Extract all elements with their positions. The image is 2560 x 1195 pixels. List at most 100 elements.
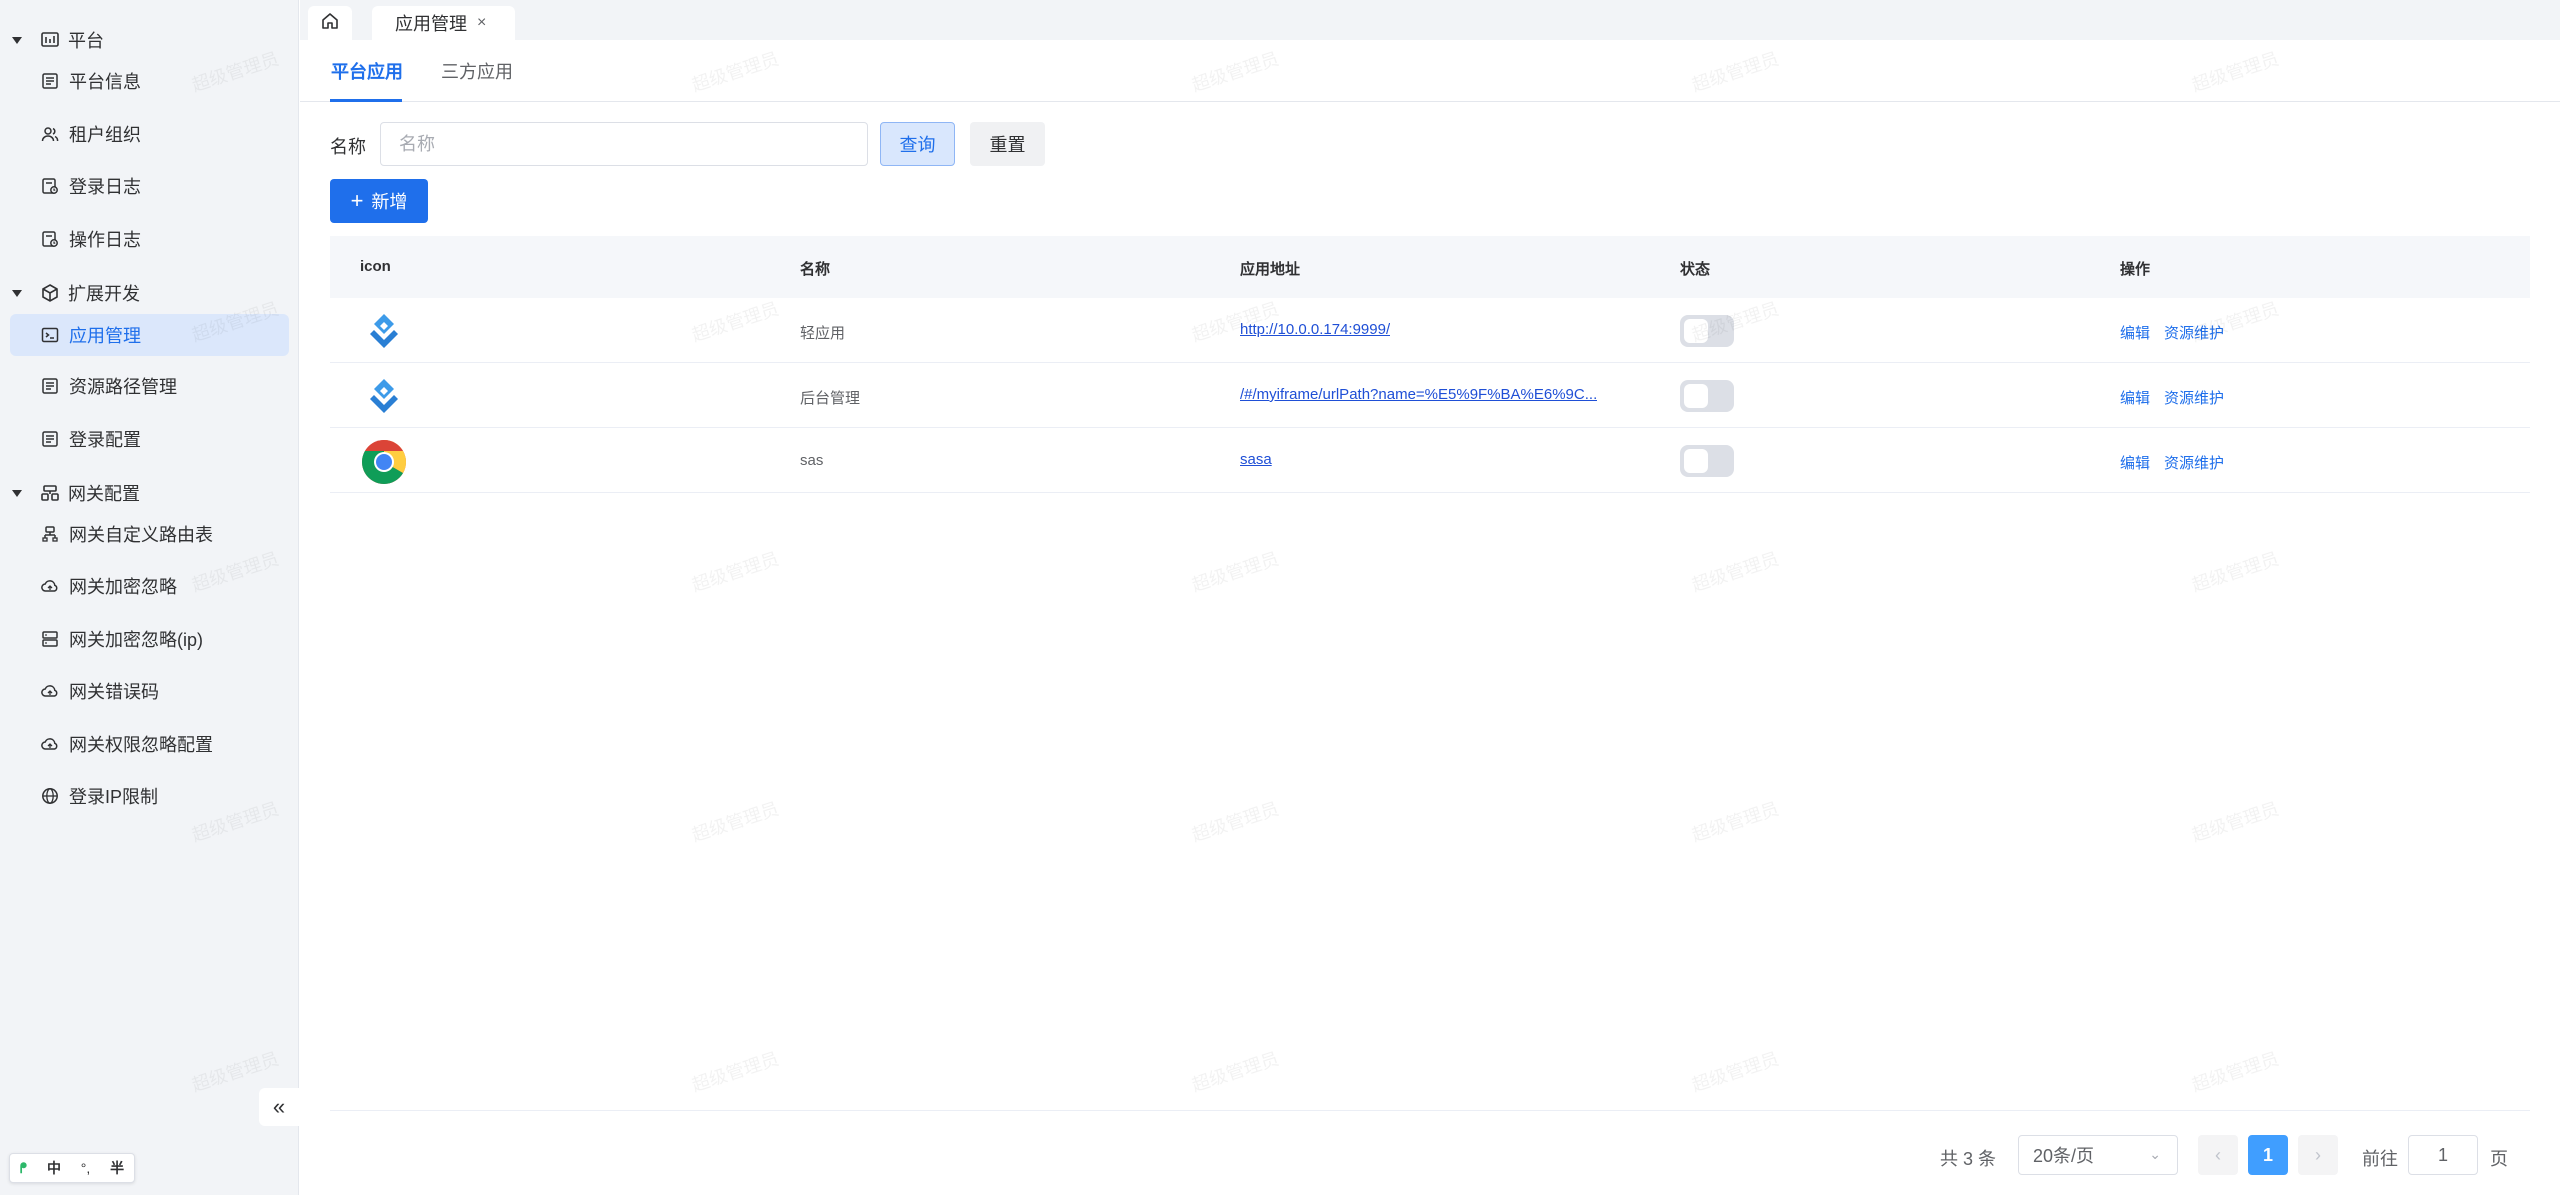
page-number-button[interactable]: 1 — [2248, 1135, 2288, 1175]
prev-page-button[interactable]: ‹ — [2198, 1135, 2238, 1175]
tab-app-management[interactable]: 应用管理 × — [372, 6, 515, 40]
sidebar: 平台 平台信息 租户组织 登录日志 操作日志 扩展开发 应用管理 资源路径管理 … — [0, 0, 299, 1195]
cloud-icon — [40, 734, 60, 754]
tab-third-party-apps[interactable]: 三方应用 — [441, 58, 513, 84]
status-toggle[interactable] — [1680, 315, 1734, 347]
menu-group-platform[interactable]: 平台 — [0, 20, 299, 60]
goto-label: 前往 — [2362, 1149, 2398, 1169]
sidebar-item-label: 网关权限忽略配置 — [69, 735, 213, 755]
active-tab-indicator — [330, 99, 402, 102]
collapse-sidebar-button[interactable]: « — [259, 1088, 299, 1126]
menu-group-gateway[interactable]: 网关配置 — [0, 473, 299, 513]
app-url-link[interactable]: http://10.0.0.174:9999/ — [1240, 321, 1390, 338]
sub-tabs: 平台应用 三方应用 — [300, 40, 2560, 102]
log-icon — [40, 229, 60, 249]
terminal-icon — [40, 325, 60, 345]
table-row: sas sasa 编辑 资源维护 — [330, 428, 2530, 493]
cube-icon — [40, 283, 60, 303]
menu-group-extension[interactable]: 扩展开发 — [0, 273, 299, 313]
sidebar-item-gateway-encrypt-ignore-ip[interactable]: 网关加密忽略(ip) — [10, 618, 289, 660]
ime-logo-icon[interactable]: ᖰ — [20, 1160, 27, 1177]
add-button[interactable]: + 新增 — [330, 179, 428, 223]
plus-icon: + — [350, 188, 364, 213]
doc-list-icon — [40, 429, 60, 449]
dashboard-icon — [40, 30, 60, 50]
watermark: 超级管理员 — [2189, 1048, 2282, 1096]
watermark: 超级管理员 — [1189, 548, 1282, 596]
app-url-link[interactable]: sasa — [1240, 451, 1272, 468]
sidebar-item-operation-log[interactable]: 操作日志 — [10, 218, 289, 260]
sidebar-item-label: 网关加密忽略 — [69, 577, 177, 597]
tab-home[interactable] — [308, 6, 352, 40]
route-icon — [40, 524, 60, 544]
sidebar-item-label: 网关加密忽略(ip) — [69, 630, 203, 650]
goto-page-input[interactable] — [2408, 1135, 2478, 1175]
app-diamond-icon — [360, 373, 408, 421]
sidebar-item-label: 网关自定义路由表 — [69, 525, 213, 545]
sidebar-item-label: 网关错误码 — [69, 682, 159, 702]
sidebar-item-gateway-permission-ignore[interactable]: 网关权限忽略配置 — [10, 723, 289, 765]
edit-link[interactable]: 编辑 — [2120, 452, 2150, 473]
apps-table: icon 名称 应用地址 状态 操作 轻应用 http://10.0.0.174… — [330, 236, 2530, 493]
sidebar-item-resource-path[interactable]: 资源路径管理 — [10, 365, 289, 407]
menu-group-label: 扩展开发 — [68, 284, 140, 304]
sidebar-item-app-management[interactable]: 应用管理 — [10, 314, 289, 356]
app-name: 后台管理 — [800, 390, 861, 407]
sidebar-item-login-config[interactable]: 登录配置 — [10, 418, 289, 460]
ime-toolbar[interactable]: ᖰ 中 °, 半 — [9, 1153, 135, 1183]
edit-link[interactable]: 编辑 — [2120, 322, 2150, 343]
sidebar-item-login-ip-limit[interactable]: 登录IP限制 — [10, 775, 289, 817]
sidebar-item-label: 登录日志 — [69, 177, 141, 197]
log-icon — [40, 176, 60, 196]
chrome-icon — [360, 438, 408, 486]
column-header-url: 应用地址 — [1240, 261, 1301, 278]
sidebar-item-gateway-route[interactable]: 网关自定义路由表 — [10, 513, 289, 555]
ime-punct-toggle[interactable]: °, — [81, 1160, 91, 1176]
sidebar-item-label: 平台信息 — [69, 72, 141, 92]
watermark: 超级管理员 — [1689, 548, 1782, 596]
status-toggle[interactable] — [1680, 380, 1734, 412]
server-icon — [40, 629, 60, 649]
home-icon — [320, 11, 340, 36]
name-search-input[interactable] — [380, 122, 868, 166]
watermark: 超级管理员 — [2189, 798, 2282, 846]
edit-link[interactable]: 编辑 — [2120, 387, 2150, 408]
sidebar-item-tenant-org[interactable]: 租户组织 — [10, 113, 289, 155]
column-header-name: 名称 — [800, 261, 831, 278]
caret-down-icon — [12, 289, 22, 297]
sidebar-item-platform-info[interactable]: 平台信息 — [10, 60, 289, 102]
status-toggle[interactable] — [1680, 445, 1734, 477]
page-suffix-label: 页 — [2490, 1149, 2508, 1169]
gateway-icon — [40, 483, 60, 503]
resource-maintain-link[interactable]: 资源维护 — [2164, 322, 2224, 343]
sidebar-item-gateway-encrypt-ignore[interactable]: 网关加密忽略 — [10, 565, 289, 607]
cloud-icon — [40, 681, 60, 701]
sidebar-item-label: 应用管理 — [69, 326, 141, 346]
next-page-button[interactable]: › — [2298, 1135, 2338, 1175]
page-size-select[interactable]: 20条/页 ⌄ — [2018, 1135, 2178, 1175]
pagination-divider — [330, 1110, 2530, 1111]
sidebar-item-login-log[interactable]: 登录日志 — [10, 165, 289, 207]
watermark: 超级管理员 — [689, 548, 782, 596]
resource-maintain-link[interactable]: 资源维护 — [2164, 452, 2224, 473]
close-icon[interactable]: × — [477, 14, 486, 32]
watermark: 超级管理员 — [2189, 548, 2282, 596]
caret-down-icon — [12, 36, 22, 44]
doc-list-icon — [40, 71, 60, 91]
resource-maintain-link[interactable]: 资源维护 — [2164, 387, 2224, 408]
watermark: 超级管理员 — [1189, 798, 1282, 846]
tab-label: 应用管理 — [395, 14, 467, 34]
pagination-total: 共 3 条 — [1940, 1149, 1997, 1169]
ime-lang-toggle[interactable]: 中 — [47, 1158, 61, 1178]
doc-list-icon — [40, 376, 60, 396]
tab-platform-apps[interactable]: 平台应用 — [331, 58, 403, 84]
sidebar-item-gateway-error-code[interactable]: 网关错误码 — [10, 670, 289, 712]
table-header: icon 名称 应用地址 状态 操作 — [330, 236, 2530, 298]
app-diamond-icon — [360, 308, 408, 356]
ime-width-toggle[interactable]: 半 — [110, 1158, 124, 1178]
reset-button[interactable]: 重置 — [970, 122, 1045, 166]
app-url-link[interactable]: /#/myiframe/urlPath?name=%E5%9F%BA%E6%9C… — [1240, 386, 1597, 403]
column-header-action: 操作 — [2120, 261, 2151, 278]
table-row: 轻应用 http://10.0.0.174:9999/ 编辑 资源维护 — [330, 298, 2530, 363]
query-button[interactable]: 查询 — [880, 122, 955, 166]
